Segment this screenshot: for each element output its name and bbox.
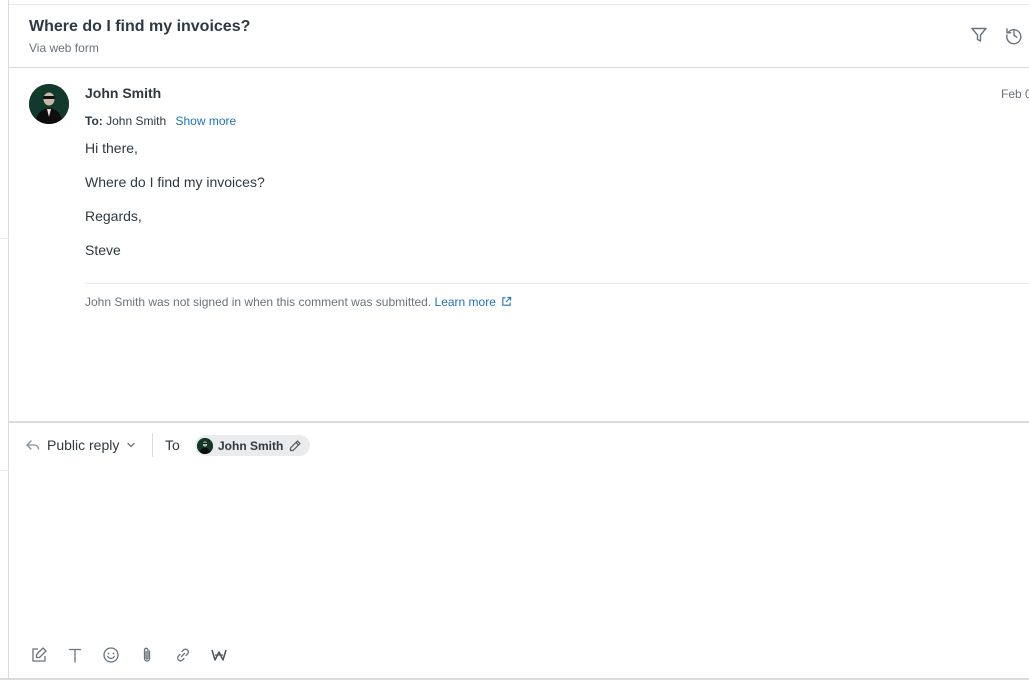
avatar[interactable] <box>29 84 69 124</box>
left-panel-edge <box>0 0 9 680</box>
history-icon[interactable] <box>1004 25 1024 45</box>
emoji-icon[interactable] <box>101 645 121 665</box>
not-signed-in-notice: John Smith was not signed in when this c… <box>85 295 512 309</box>
recipient-chip[interactable]: John Smith <box>195 435 311 456</box>
message-body-line: Hi there, <box>85 140 138 156</box>
message-body-line: Where do I find my invoices? <box>85 174 265 190</box>
to-label: To: <box>85 114 103 128</box>
pencil-icon[interactable] <box>288 439 302 453</box>
divider <box>85 283 1029 284</box>
learn-more-label[interactable]: Learn more <box>435 295 496 309</box>
show-more-link[interactable]: Show more <box>175 114 236 128</box>
external-link-icon <box>502 296 512 306</box>
filter-icon[interactable] <box>969 25 989 45</box>
message-body-line: Steve <box>85 242 121 258</box>
to-label: To <box>165 437 180 453</box>
recipients-row: To: John Smith Show more <box>85 114 236 128</box>
divider <box>0 238 9 239</box>
chevron-down-icon <box>127 442 136 448</box>
ticket-title: Where do I find my invoices? <box>29 18 251 35</box>
reply-composer[interactable]: Public reply To John Smith <box>9 421 1029 680</box>
macro-icon[interactable] <box>209 645 229 665</box>
link-icon[interactable] <box>173 645 193 665</box>
divider <box>152 433 153 457</box>
divider <box>0 470 9 471</box>
notice-text: John Smith was not signed in when this c… <box>85 295 432 309</box>
to-recipient: John Smith <box>106 114 167 128</box>
message-author[interactable]: John Smith <box>85 85 161 101</box>
reply-type-dropdown[interactable]: Public reply <box>25 435 137 455</box>
composer-toolbar <box>29 645 229 665</box>
avatar <box>197 437 213 454</box>
learn-more-link[interactable]: Learn more <box>435 295 513 309</box>
compose-icon[interactable] <box>29 645 49 665</box>
ticket-channel: Via web form <box>29 41 99 55</box>
message-date: Feb 0 <box>1001 87 1029 101</box>
attachment-icon[interactable] <box>137 645 157 665</box>
recipient-name[interactable]: John Smith <box>218 439 283 453</box>
ticket-header: Where do I find my invoices? Via web for… <box>9 5 1029 68</box>
message-comment: John Smith Feb 0 To: John Smith Show mor… <box>9 69 1029 421</box>
reply-arrow-icon <box>26 440 40 450</box>
reply-type-label[interactable]: Public reply <box>47 437 119 453</box>
message-body-line: Regards, <box>85 208 142 224</box>
text-format-icon[interactable] <box>65 645 85 665</box>
